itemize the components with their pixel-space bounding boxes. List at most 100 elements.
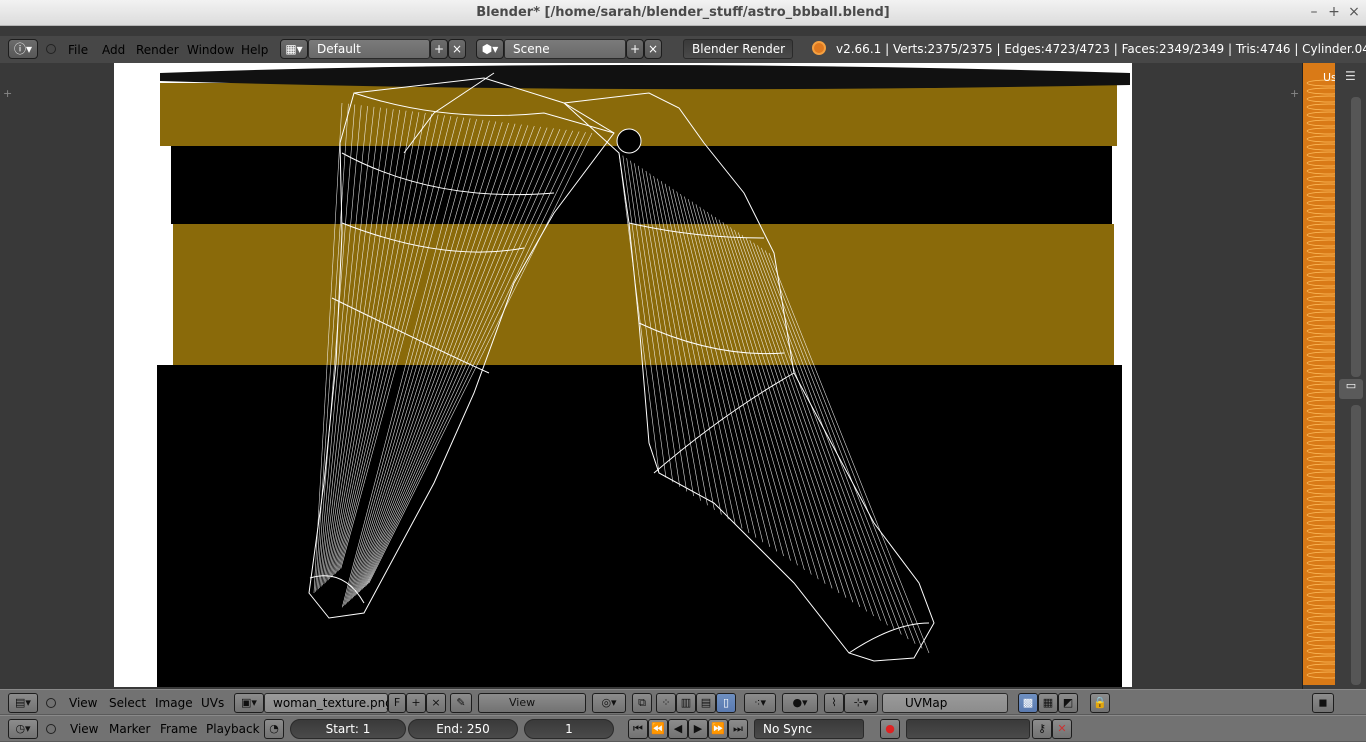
region-toggle-right-icon[interactable]: + <box>1290 87 1299 100</box>
editor-type-info-icon[interactable]: ⓘ▾ <box>8 39 38 59</box>
menu-file[interactable]: File <box>68 42 88 58</box>
collapse-menu-icon[interactable] <box>46 44 56 54</box>
play-reverse-icon[interactable]: ◀ <box>668 719 688 739</box>
scene-icon[interactable]: ⬢▾ <box>476 39 504 59</box>
uv-map-field[interactable]: UVMap <box>882 693 1008 713</box>
image-name-field[interactable]: woman_texture.png <box>264 693 393 713</box>
edge-select-icon[interactable]: ▥ <box>676 693 696 713</box>
cylinder-ring <box>1306 143 1335 151</box>
menu-frame[interactable]: Frame <box>160 722 197 736</box>
uv-canvas-svg[interactable] <box>114 63 1132 687</box>
cylinder-ring <box>1306 439 1335 447</box>
menu-add[interactable]: Add <box>102 42 125 58</box>
menu-playback[interactable]: Playback <box>206 722 260 736</box>
start-frame-field[interactable]: Start: 1 <box>290 719 406 739</box>
maximize-button[interactable]: + <box>1326 4 1342 20</box>
color-channel-icon[interactable]: ▩ <box>1018 693 1038 713</box>
pivot-icon[interactable]: ◎▾ <box>592 693 626 713</box>
editor-type-image-icon[interactable]: ▤▾ <box>8 693 38 713</box>
preview-range-icon[interactable]: ◔ <box>264 719 284 739</box>
cylinder-ring <box>1306 535 1335 543</box>
screen-layout-field[interactable]: Default <box>308 39 430 59</box>
cylinder-ring <box>1306 471 1335 479</box>
cylinder-ring <box>1306 407 1335 415</box>
view-mode-dropdown[interactable]: View <box>478 693 586 713</box>
end-frame-field[interactable]: End: 250 <box>408 719 518 739</box>
cylinder-ring <box>1306 415 1335 423</box>
record-icon[interactable]: ● <box>880 719 900 739</box>
jump-end-icon[interactable]: ⏭ <box>728 719 748 739</box>
jump-start-icon[interactable]: ⏮ <box>628 719 648 739</box>
uv-cluster-knot[interactable] <box>616 128 642 154</box>
properties-side-panel[interactable]: Us ☰ ▭ <box>1302 63 1366 689</box>
island-select-icon[interactable]: ▯ <box>716 693 736 713</box>
scrollbar[interactable] <box>1351 97 1361 377</box>
outliner-icon[interactable]: ☰ <box>1345 69 1361 85</box>
remove-screen-icon[interactable]: × <box>448 39 466 59</box>
insert-keyframe-icon[interactable]: ⚷ <box>1032 719 1052 739</box>
timeline-header: ◷▾ View Marker Frame Playback ◔ Start: 1… <box>0 715 1366 742</box>
remove-scene-icon[interactable]: × <box>644 39 662 59</box>
image-browse-icon[interactable]: ▣▾ <box>234 693 264 713</box>
collapse-menu-icon[interactable] <box>46 724 56 734</box>
minimize-button[interactable]: – <box>1306 4 1322 20</box>
proportional-edit-icon[interactable]: ●▾ <box>782 693 818 713</box>
cylinder-ring <box>1306 167 1335 175</box>
sync-mode-dropdown[interactable]: No Sync <box>754 719 864 739</box>
region-toggle-left-icon[interactable]: + <box>3 87 12 100</box>
cylinder-ring <box>1306 111 1335 119</box>
close-button[interactable]: × <box>1346 4 1362 20</box>
keying-set-field[interactable] <box>906 719 1030 739</box>
pin-icon[interactable]: ✎ <box>450 693 472 713</box>
panel-toggle-icon[interactable]: ▭ <box>1339 379 1363 399</box>
viewport-3d-preview[interactable]: Us <box>1303 63 1335 685</box>
scrollbar-lower[interactable] <box>1351 405 1361 685</box>
screen-layout-icon[interactable]: ▦▾ <box>280 39 308 59</box>
menu-help[interactable]: Help <box>241 42 268 58</box>
snap-element-icon[interactable]: ⊹▾ <box>844 693 878 713</box>
panel-toggle-icon-bottom[interactable]: ◼ <box>1312 693 1334 713</box>
cylinder-ring <box>1306 527 1335 535</box>
menu-render[interactable]: Render <box>136 42 179 58</box>
cylinder-ring <box>1306 431 1335 439</box>
add-screen-icon[interactable]: + <box>430 39 448 59</box>
play-icon[interactable]: ▶ <box>688 719 708 739</box>
cylinder-ring <box>1306 543 1335 551</box>
wire-cylinder-svg <box>1306 79 1335 679</box>
sticky-select-icon[interactable]: ⁖▾ <box>744 693 776 713</box>
alpha-channel-icon[interactable]: ▦ <box>1038 693 1058 713</box>
prev-keyframe-icon[interactable]: ⏪ <box>648 719 668 739</box>
cylinder-ring <box>1306 607 1335 615</box>
vertex-select-icon[interactable]: ⁘ <box>656 693 676 713</box>
render-engine-dropdown[interactable]: Blender Render <box>683 39 793 59</box>
new-image-icon[interactable]: + <box>406 693 426 713</box>
cylinder-ring <box>1306 463 1335 471</box>
snap-toggle-icon[interactable]: ⌇ <box>824 693 844 713</box>
menu-uvs[interactable]: UVs <box>201 696 224 710</box>
current-frame-field[interactable]: 1 <box>524 719 614 739</box>
menu-window[interactable]: Window <box>187 42 234 58</box>
editor-type-timeline-icon[interactable]: ◷▾ <box>8 719 38 739</box>
face-select-icon[interactable]: ▤ <box>696 693 716 713</box>
menu-image[interactable]: Image <box>155 696 193 710</box>
scene-field[interactable]: Scene <box>504 39 626 59</box>
unlink-image-icon[interactable]: × <box>426 693 446 713</box>
cylinder-ring <box>1306 87 1335 95</box>
next-keyframe-icon[interactable]: ⏩ <box>708 719 728 739</box>
fake-user-toggle[interactable]: F <box>388 693 406 713</box>
collapse-menu-icon[interactable] <box>46 698 56 708</box>
cylinder-ring <box>1306 311 1335 319</box>
cylinder-ring <box>1306 295 1335 303</box>
add-scene-icon[interactable]: + <box>626 39 644 59</box>
texture-image[interactable] <box>114 63 1132 687</box>
delete-keyframe-icon[interactable]: ✕ <box>1052 719 1072 739</box>
z-buffer-icon[interactable]: ◩ <box>1058 693 1078 713</box>
uv-image-editor[interactable]: + + <box>0 63 1302 689</box>
menu-select[interactable]: Select <box>109 696 146 710</box>
menu-marker[interactable]: Marker <box>109 722 150 736</box>
lock-icon[interactable]: 🔒 <box>1090 693 1110 713</box>
menu-view[interactable]: View <box>69 696 97 710</box>
menu-view-timeline[interactable]: View <box>70 722 98 736</box>
cylinder-ring <box>1306 551 1335 559</box>
sync-selection-icon[interactable]: ⧉ <box>632 693 652 713</box>
